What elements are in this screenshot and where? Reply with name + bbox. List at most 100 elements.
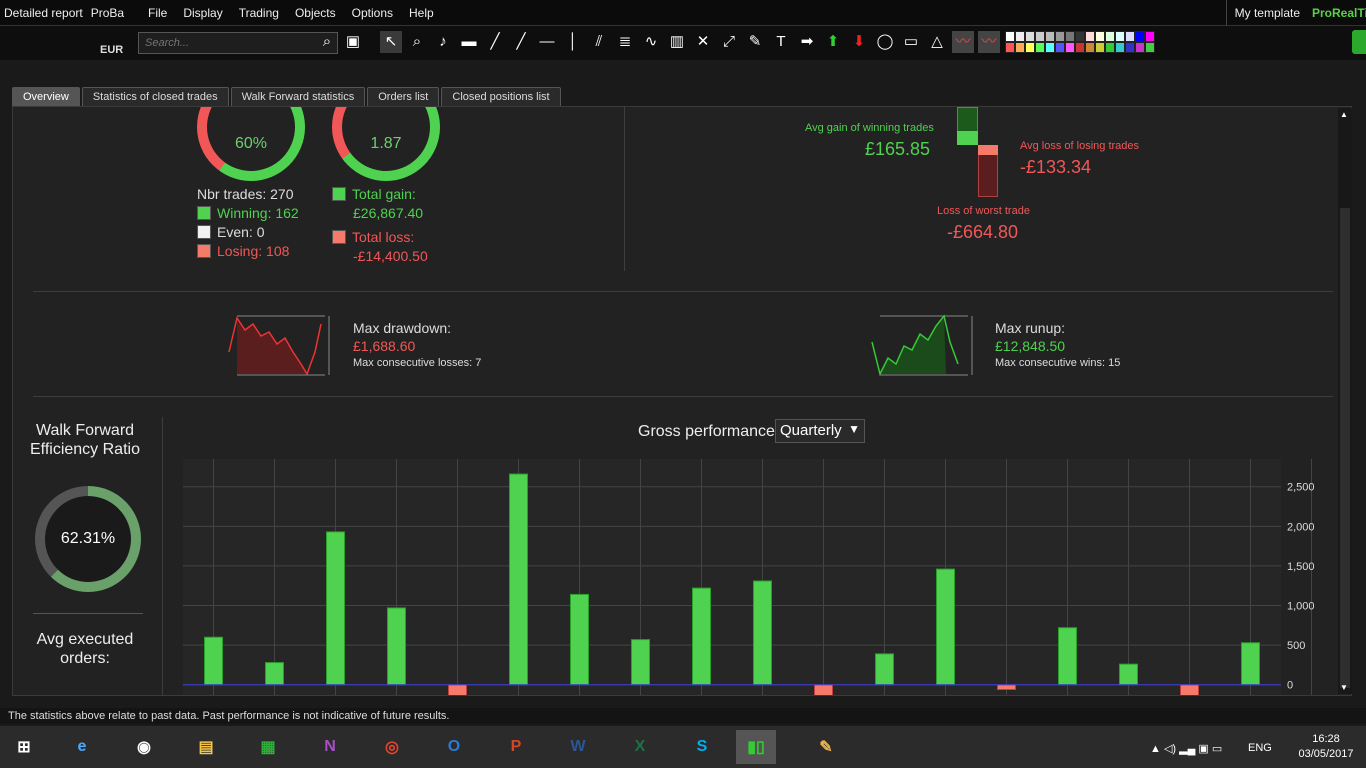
bar-positive xyxy=(570,593,589,686)
gain-swatch xyxy=(332,187,346,201)
winning-row: Winning: 162 xyxy=(197,205,299,221)
expand-icon[interactable]: ⤢ xyxy=(718,31,740,53)
menu-help[interactable]: Help xyxy=(401,6,442,20)
windows-taskbar: ⊞ e ◉ ▤ ▦ N ◎ O P W X S ▮▯ ✎ ▲ ◁) ▂▄ ▣ ▭… xyxy=(0,726,1366,768)
excel-icon[interactable]: X xyxy=(620,730,660,764)
store-icon[interactable]: ▦ xyxy=(248,730,288,764)
tab-closed-trades-stats[interactable]: Statistics of closed trades xyxy=(81,87,229,107)
divider xyxy=(33,291,1333,292)
bar-positive xyxy=(753,580,772,686)
gross-performance-chart: 0 500 1,000 1,500 2,000 2,500 xyxy=(183,459,1315,695)
plot-area xyxy=(183,459,1281,695)
ruler-icon[interactable]: ▬ xyxy=(458,31,480,53)
rectangle-icon[interactable]: ▭ xyxy=(900,31,922,53)
language-indicator[interactable]: ENG xyxy=(1248,742,1272,754)
ellipse-icon[interactable]: ◯ xyxy=(874,31,896,53)
trash-icon[interactable]: ▥ xyxy=(666,31,688,53)
bar-positive xyxy=(387,607,406,686)
windows-start-icon[interactable]: ⊞ xyxy=(4,730,44,764)
even-swatch xyxy=(197,225,211,239)
bar-positive xyxy=(1241,642,1260,686)
hline-icon[interactable]: ― xyxy=(536,31,558,53)
report-tab-title[interactable]: Detailed report xyxy=(0,6,87,20)
color-palette[interactable] xyxy=(1005,31,1155,53)
y-tick-label: 500 xyxy=(1287,640,1305,652)
worst-trade-label: Loss of worst trade xyxy=(937,205,1030,217)
tray-icons[interactable]: ▲ ◁) ▂▄ ▣ ▭ xyxy=(1150,742,1222,755)
bar-positive xyxy=(936,568,955,686)
alert-icon[interactable]: ♪ xyxy=(432,31,454,53)
vline-icon[interactable]: │ xyxy=(562,31,584,53)
tools-icon[interactable]: ✕ xyxy=(692,31,714,53)
pencil-icon[interactable]: ✎ xyxy=(744,31,766,53)
prorealtime-icon[interactable]: ▮▯ xyxy=(736,730,776,764)
media-player-icon[interactable]: ◉ xyxy=(124,730,164,764)
worst-trade-value: -£664.80 xyxy=(947,222,1019,242)
loss-swatch xyxy=(332,230,346,244)
arrow-down-icon[interactable]: ⬇ xyxy=(848,31,870,53)
magnifier-icon[interactable]: ⌕ xyxy=(316,31,338,53)
fibonacci-icon[interactable]: ≣ xyxy=(614,31,636,53)
side-panel-chip[interactable] xyxy=(1352,30,1366,54)
menu-display[interactable]: Display xyxy=(175,6,230,20)
cursor-icon[interactable]: ↖ xyxy=(380,31,402,53)
vertical-scrollbar[interactable]: ▲ ▼ xyxy=(1338,108,1352,694)
drawdown-sparkline xyxy=(228,315,330,376)
template-selector[interactable]: My template xyxy=(1225,0,1308,26)
wave-icon[interactable]: ∿ xyxy=(640,31,662,53)
max-runup-label: Max runup: xyxy=(995,320,1066,336)
winning-ratio-ring: 60% xyxy=(197,107,305,181)
even-count: Even: 0 xyxy=(217,224,265,240)
scroll-down-icon[interactable]: ▼ xyxy=(1340,683,1348,692)
tab-closed-positions[interactable]: Closed positions list xyxy=(441,87,561,107)
zoom-icon[interactable]: ⌕ xyxy=(406,31,428,53)
word-icon[interactable]: W xyxy=(558,730,598,764)
paint-icon[interactable]: ✎ xyxy=(806,730,846,764)
ray-icon[interactable]: ╱ xyxy=(510,31,532,53)
outlook-icon[interactable]: O xyxy=(434,730,474,764)
internet-explorer-icon[interactable]: e xyxy=(62,730,102,764)
bar-positive xyxy=(204,636,223,686)
chevron-down-icon: ▼ xyxy=(848,422,860,436)
screenshot-icon[interactable]: ▣ xyxy=(342,31,364,53)
total-loss-label: Total loss: xyxy=(352,229,415,245)
app-tab-title[interactable]: ProBa xyxy=(87,6,128,20)
indicator-line-icon[interactable]: 〰 xyxy=(952,31,974,53)
system-clock[interactable]: 16:28 03/05/2017 xyxy=(1296,732,1356,762)
chrome-icon[interactable]: ◎ xyxy=(372,730,412,764)
tab-walk-forward[interactable]: Walk Forward statistics xyxy=(230,87,366,107)
text-icon[interactable]: T xyxy=(770,31,792,53)
losing-swatch xyxy=(197,244,211,258)
scroll-thumb[interactable] xyxy=(1340,208,1350,688)
wfe-ring: 62.31% xyxy=(35,486,141,592)
onenote-icon[interactable]: N xyxy=(310,730,350,764)
arrow-right-icon[interactable]: ➡ xyxy=(796,31,818,53)
indicator-wave-icon[interactable]: 〰 xyxy=(978,31,1000,53)
overview-panel: 60% 1.87 Nbr trades: 270 Winning: 162 Ev… xyxy=(12,106,1352,696)
triangle-icon[interactable]: △ xyxy=(926,31,948,53)
arrow-up-icon[interactable]: ⬆ xyxy=(822,31,844,53)
channel-icon[interactable]: ⫽ xyxy=(588,31,610,53)
menu-options[interactable]: Options xyxy=(344,6,401,20)
divider xyxy=(162,417,163,695)
avg-loss-label: Avg loss of losing trades xyxy=(1020,140,1140,152)
search-input[interactable] xyxy=(138,32,338,54)
menu-trading[interactable]: Trading xyxy=(231,6,287,20)
line-icon[interactable]: ╱ xyxy=(484,31,506,53)
scroll-up-icon[interactable]: ▲ xyxy=(1340,110,1348,119)
avg-loss-value: -£133.34 xyxy=(1020,157,1092,177)
tab-overview[interactable]: Overview xyxy=(12,87,80,107)
tab-orders-list[interactable]: Orders list xyxy=(367,87,440,107)
nbr-trades: Nbr trades: 270 xyxy=(197,186,294,202)
bar-positive xyxy=(326,531,345,686)
max-drawdown-label: Max drawdown: xyxy=(353,320,452,336)
skype-icon[interactable]: S xyxy=(682,730,722,764)
menu-file[interactable]: File xyxy=(140,6,175,20)
bar-positive xyxy=(1058,627,1077,686)
file-explorer-icon[interactable]: ▤ xyxy=(186,730,226,764)
avg-loss-marker xyxy=(978,145,998,155)
menu-objects[interactable]: Objects xyxy=(287,6,344,20)
period-select[interactable]: Quarterly ▼ xyxy=(775,419,865,443)
powerpoint-icon[interactable]: P xyxy=(496,730,536,764)
losing-count: Losing: 108 xyxy=(217,243,290,259)
